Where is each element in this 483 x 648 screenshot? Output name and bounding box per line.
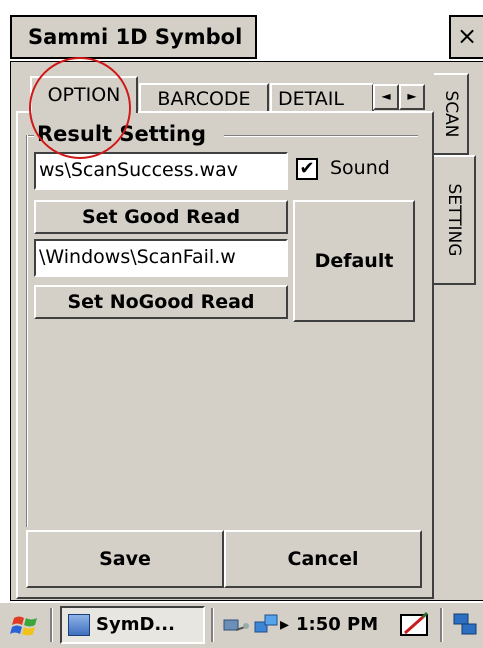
- tab-scroll-right-button[interactable]: ►: [399, 84, 425, 110]
- desktop-icon[interactable]: [452, 612, 480, 638]
- start-button[interactable]: [10, 612, 40, 640]
- tab-scroll-left-button[interactable]: ◄: [373, 84, 399, 110]
- tab-scan[interactable]: SCAN: [434, 73, 469, 155]
- input-panel-icon[interactable]: [399, 611, 431, 639]
- group-line-vertical: [26, 135, 28, 527]
- window-title: Sammi 1D Symbol: [10, 15, 257, 59]
- save-button[interactable]: Save: [26, 530, 224, 588]
- tab-setting[interactable]: SETTING: [434, 155, 476, 285]
- tab-barcode[interactable]: BARCODE: [139, 83, 269, 113]
- app-icon: [68, 614, 90, 636]
- network-icon[interactable]: [222, 614, 250, 638]
- taskbar-separator: [50, 608, 53, 642]
- tab-detail-label: DETAIL: [278, 88, 344, 110]
- tab-setting-label: SETTING: [444, 183, 464, 257]
- arrow-right-icon: ►: [407, 89, 417, 103]
- connection-icon[interactable]: [253, 612, 279, 638]
- close-button[interactable]: ×: [449, 15, 483, 59]
- tab-scan-label: SCAN: [440, 90, 461, 138]
- group-line-right: [224, 135, 418, 137]
- windows-flag-icon: [10, 616, 37, 636]
- highlight-circle: [29, 57, 131, 159]
- fail-sound-file-field[interactable]: \Windows\ScanFail.w: [34, 239, 288, 277]
- default-button[interactable]: Default: [293, 200, 415, 322]
- sound-checkbox[interactable]: ✔: [296, 158, 318, 180]
- set-nogood-read-button[interactable]: Set NoGood Read: [34, 285, 288, 319]
- taskbar-separator-3: [440, 608, 443, 642]
- clock[interactable]: 1:50 PM: [296, 612, 378, 638]
- tab-detail[interactable]: DETAIL: [270, 83, 374, 113]
- set-good-read-button[interactable]: Set Good Read: [34, 200, 288, 234]
- taskbar-app-button[interactable]: SymD...: [60, 606, 205, 644]
- taskbar-app-label: SymD...: [96, 614, 175, 635]
- tray-arrow-icon[interactable]: ▸: [280, 612, 289, 638]
- taskbar-separator-2: [211, 608, 214, 642]
- arrow-left-icon: ◄: [381, 89, 391, 103]
- tab-barcode-label: BARCODE: [157, 88, 251, 110]
- cancel-button[interactable]: Cancel: [224, 530, 422, 588]
- sound-label: Sound: [330, 157, 390, 179]
